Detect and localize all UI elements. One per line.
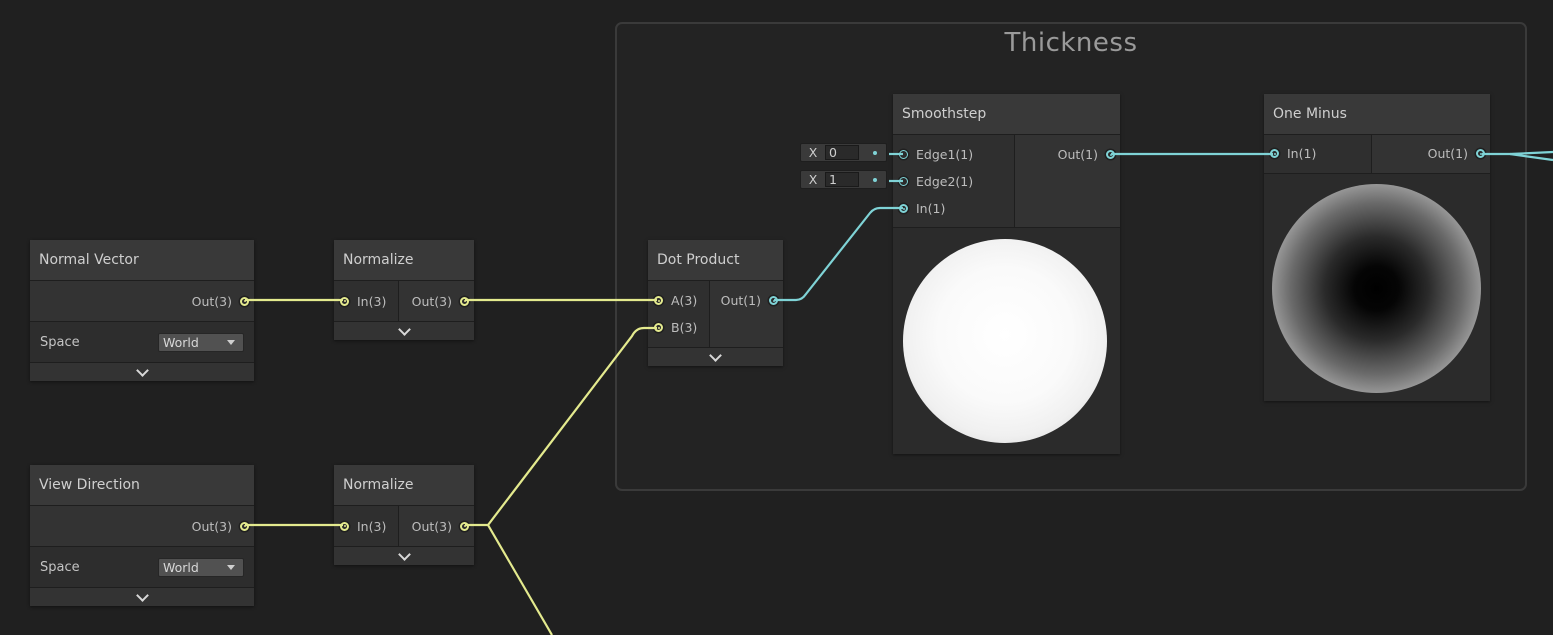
preview-sphere [903,239,1107,443]
port-label: Out(3) [411,518,452,534]
caret-down-icon [227,339,235,345]
vector3-port-icon[interactable] [654,296,663,305]
port-label: Out(3) [191,518,232,534]
expand-button[interactable] [334,321,474,340]
node-title[interactable]: Dot Product [648,240,783,281]
axis-label: X [808,172,818,187]
preview-panel [1264,173,1490,401]
chevron-down-icon [709,348,722,362]
expand-button[interactable] [30,587,254,606]
edge1-value-input[interactable]: 0 [825,145,859,160]
group-title[interactable]: Thickness [617,28,1525,58]
vector3-port-icon[interactable] [240,521,249,531]
chevron-down-icon [135,588,149,602]
input-port-in[interactable]: In(1) [1264,140,1371,167]
output-port-out[interactable]: Out(3) [412,288,474,315]
port-label: A(3) [671,293,698,308]
port-label: Out(1) [720,293,761,308]
axis-label: X [808,145,818,160]
port-label: Out(3) [411,293,452,309]
node-smoothstep[interactable]: Smoothstep Edge1(1) Edge2(1) In(1) Out(1… [893,94,1120,454]
vector3-port-icon[interactable] [340,521,349,531]
vector3-port-icon[interactable] [654,323,663,332]
space-property: Space World [30,321,254,362]
space-label: Space [40,559,80,575]
output-port-out[interactable]: Out(1) [710,287,783,314]
port-label: B(3) [671,320,698,335]
expand-button[interactable] [648,347,783,366]
port-label: Edge2(1) [916,174,974,189]
port-label: In(3) [357,293,387,309]
node-normalize-1[interactable]: Normalize In(3) Out(3) [334,240,474,340]
vector3-port-icon[interactable] [240,296,249,306]
vector3-port-icon[interactable] [460,521,469,531]
space-value: World [163,334,199,350]
edge2-value-field[interactable]: X 1 [800,170,887,189]
space-property: Space World [30,546,254,587]
port-label: Out(1) [1427,146,1468,161]
input-port-in[interactable]: In(1) [893,195,1014,222]
input-port-in[interactable]: In(3) [334,288,386,315]
float-port-icon[interactable] [899,150,908,159]
input-port-in[interactable]: In(3) [334,513,386,540]
expand-button[interactable] [30,362,254,381]
edge2-value-input[interactable]: 1 [825,172,859,187]
port-label: In(1) [916,201,946,216]
node-title[interactable]: Smoothstep [893,94,1120,135]
port-label: In(1) [1287,146,1317,161]
float-port-icon[interactable] [769,296,778,305]
node-one-minus[interactable]: One Minus In(1) Out(1) [1264,94,1490,401]
space-label: Space [40,334,80,350]
node-title[interactable]: View Direction [30,465,254,506]
node-title[interactable]: Normalize [334,465,474,506]
preview-sphere [1272,184,1481,393]
vector3-port-icon[interactable] [460,296,469,306]
chevron-down-icon [397,322,411,336]
float-port-icon[interactable] [1270,149,1279,158]
node-normal-vector[interactable]: Normal Vector Out(3) Space World [30,240,254,381]
caret-down-icon [227,564,235,570]
port-label: Out(1) [1057,147,1098,162]
chevron-down-icon [135,363,149,377]
node-dot-product[interactable]: Dot Product A(3) B(3) Out(1) [648,240,783,366]
float-port-icon [873,177,877,182]
edge1-value-field[interactable]: X 0 [800,143,887,162]
output-port-out[interactable]: Out(1) [1015,141,1120,168]
output-port-out[interactable]: Out(3) [192,513,254,540]
node-view-direction[interactable]: View Direction Out(3) Space World [30,465,254,606]
node-title[interactable]: Normal Vector [30,240,254,281]
input-port-a[interactable]: A(3) [648,287,709,314]
float-port-icon[interactable] [899,204,908,213]
float-port-icon[interactable] [1106,150,1115,159]
float-port-icon[interactable] [1476,149,1485,158]
port-label: In(3) [357,518,387,534]
output-port-out[interactable]: Out(3) [192,288,254,315]
preview-panel [893,227,1120,454]
vector3-port-icon[interactable] [340,296,349,306]
input-port-edge1[interactable]: Edge1(1) [893,141,1014,168]
node-normalize-2[interactable]: Normalize In(3) Out(3) [334,465,474,565]
space-dropdown[interactable]: World [158,557,244,577]
wire-normalize2-offscreen [487,524,553,635]
input-port-edge2[interactable]: Edge2(1) [893,168,1014,195]
float-port-icon [873,150,877,155]
output-port-out[interactable]: Out(1) [1372,140,1490,167]
output-port-out[interactable]: Out(3) [412,513,474,540]
input-port-b[interactable]: B(3) [648,314,709,341]
port-label: Out(3) [191,293,232,309]
space-dropdown[interactable]: World [158,332,244,352]
float-port-icon[interactable] [899,177,908,186]
node-title[interactable]: One Minus [1264,94,1490,135]
node-title[interactable]: Normalize [334,240,474,281]
space-value: World [163,559,199,575]
port-label: Edge1(1) [916,147,974,162]
chevron-down-icon [397,547,411,561]
expand-button[interactable] [334,546,474,565]
